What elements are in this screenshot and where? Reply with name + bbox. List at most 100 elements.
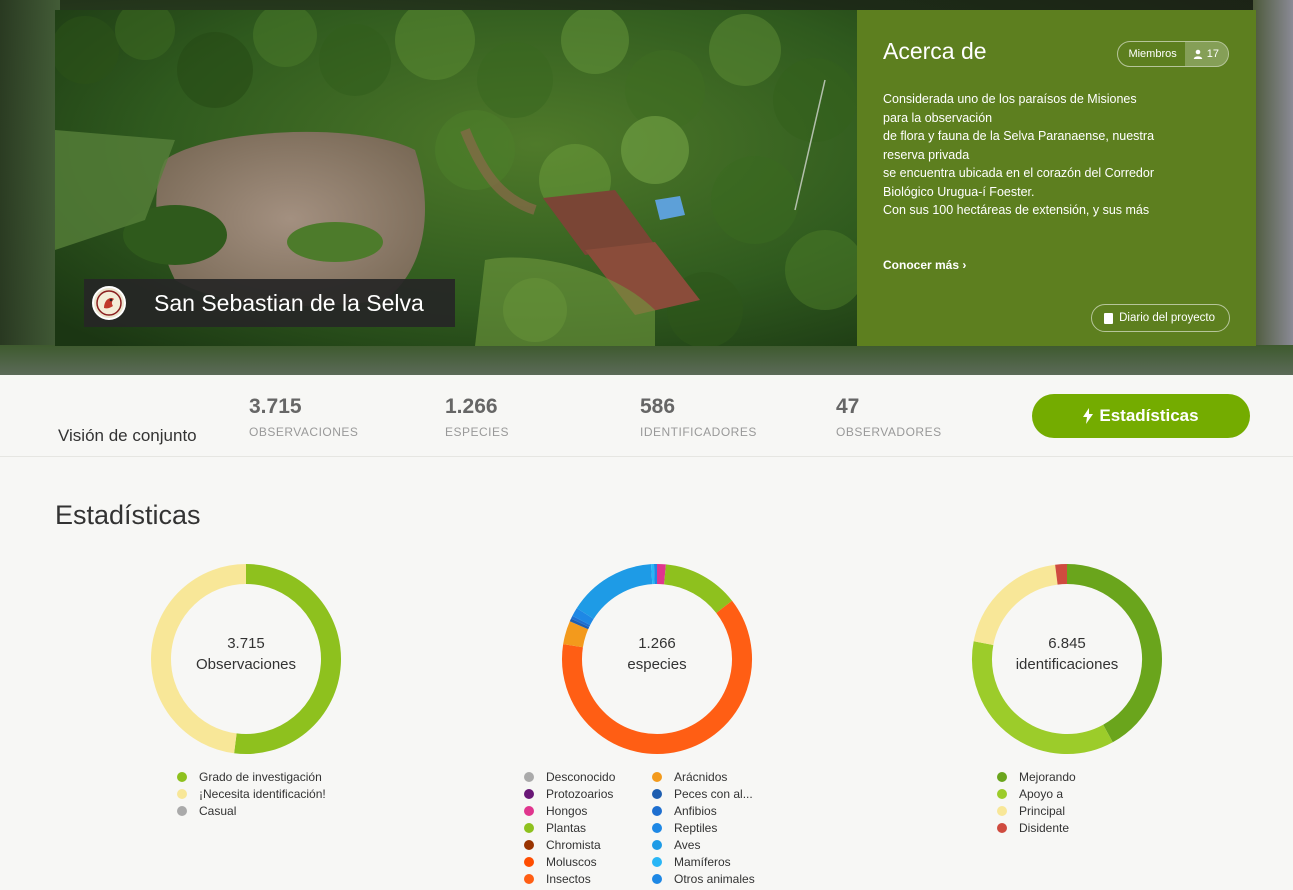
about-text-line: se encuentra ubicada en el corazón del C… [883, 166, 1155, 180]
statistics-button[interactable]: Estadísticas [1032, 394, 1250, 438]
donut-slice-plantas[interactable] [663, 564, 733, 614]
legend-item[interactable]: Aves [652, 836, 755, 853]
header-backdrop-right [1253, 0, 1293, 375]
legend-label: Chromista [546, 837, 601, 852]
legend-color-dot [652, 873, 662, 884]
about-text-line: de flora y fauna de la Selva Paranaense,… [883, 129, 1155, 143]
legend-label: ¡Necesita identificación! [199, 786, 326, 801]
legend-item[interactable]: Anfibios [652, 802, 755, 819]
legend-item[interactable]: Insectos [524, 870, 615, 887]
legend-color-dot [997, 805, 1007, 816]
journal-icon [1104, 312, 1114, 324]
donut-center-text: identificaciones [1015, 656, 1119, 673]
journal-button-label: Diario del proyecto [1119, 312, 1215, 324]
legend-color-dot [652, 771, 662, 782]
donut-slice-anfibios[interactable] [571, 615, 591, 628]
legend-item[interactable]: Principal [997, 802, 1076, 819]
legend-item[interactable]: Mejorando [997, 768, 1076, 785]
legend-label: Apoyo a [1019, 786, 1064, 801]
donut-center-label: 6.845 identificaciones [970, 633, 1164, 675]
legend-label: Mejorando [1019, 769, 1076, 784]
legend-item[interactable]: Protozoarios [524, 785, 615, 802]
stat-number: 47 [836, 395, 860, 418]
legend-label: Mamíferos [674, 854, 731, 869]
stat-identifiers[interactable]: 586 IDENTIFICADORES [640, 395, 757, 439]
legend-item[interactable]: Plantas [524, 819, 615, 836]
legend-item[interactable]: Casual [177, 802, 326, 819]
legend-label: Principal [1019, 803, 1066, 818]
observations-legend: Grado de investigación ¡Necesita identifi… [177, 768, 326, 819]
project-title-bar: San Sebastian de la Selva [84, 279, 455, 327]
legend-label: Aves [674, 837, 701, 852]
donut-slice-insectos[interactable] [562, 600, 752, 754]
donut-center-label: 3.715 Observaciones [149, 633, 343, 675]
donut-center-text: especies [627, 656, 687, 673]
stat-observers[interactable]: 47 OBSERVADORES [836, 395, 942, 439]
legend-item[interactable]: Desconocido [524, 768, 615, 785]
members-count-badge: 17 [1184, 42, 1228, 66]
legend-color-dot [524, 805, 534, 816]
donut-slice-peces-con-al-[interactable] [569, 618, 590, 630]
legend-label: Peces con al... [674, 786, 753, 801]
about-text-line: Considerada uno de los paraísos de Misio… [883, 92, 1137, 106]
legend-item[interactable]: Peces con al... [652, 785, 755, 802]
legend-label: Disidente [1019, 820, 1070, 835]
legend-color-dot [652, 788, 662, 799]
legend-color-dot [652, 839, 662, 850]
legend-color-dot [177, 788, 187, 799]
about-panel: Acerca de Miembros 17 Considerada uno de… [857, 10, 1256, 346]
species-legend-column-2: Arácnidos Peces con al... Anfibios Reptiles… [652, 768, 755, 887]
overview-label: Visión de conjunto [58, 426, 197, 445]
legend-color-dot [652, 805, 662, 816]
species-donut-chart: 1.266 especies [560, 562, 754, 756]
legend-item[interactable]: Hongos [524, 802, 615, 819]
stat-observations[interactable]: 3.715 OBSERVACIONES [249, 395, 358, 439]
about-description: Considerada uno de los paraísos de Misio… [883, 90, 1233, 220]
about-text-line: para la observación [883, 110, 993, 125]
header-backdrop-bottom [0, 345, 1293, 375]
legend-color-dot [177, 805, 187, 816]
legend-label: Grado de investigación [199, 769, 322, 784]
stat-species[interactable]: 1.266 ESPECIES [445, 395, 509, 439]
legend-label: Plantas [546, 820, 587, 835]
legend-item[interactable]: Apoyo a [997, 785, 1076, 802]
about-text-line: Biológico Urugua-í Foester. [883, 184, 1035, 199]
legend-item[interactable]: Chromista [524, 836, 615, 853]
legend-item[interactable]: Otros animales [652, 870, 755, 887]
donut-center-value: 6.845 [1048, 635, 1086, 652]
about-text-line: reserva privada [883, 147, 970, 162]
stat-label: OBSERVACIONES [249, 425, 359, 439]
project-logo [92, 286, 126, 320]
legend-color-dot [524, 788, 534, 799]
legend-color-dot [997, 771, 1007, 782]
legend-label: Anfibios [674, 803, 717, 818]
learn-more-link[interactable]: Conocer más › [883, 258, 966, 272]
legend-label: Moluscos [546, 854, 597, 869]
project-journal-button[interactable]: Diario del proyecto [1091, 304, 1230, 332]
legend-item[interactable]: Grado de investigación [177, 768, 326, 785]
donut-slice-disidente[interactable] [1055, 564, 1068, 585]
observations-donut-chart: 3.715 Observaciones [149, 562, 343, 756]
legend-item[interactable]: Moluscos [524, 853, 615, 870]
legend-color-dot [524, 771, 534, 782]
legend-item[interactable]: Arácnidos [652, 768, 755, 785]
identifications-donut-chart: 6.845 identificaciones [970, 562, 1164, 756]
species-legend-column-1: Desconocido Protozoarios Hongos Plantas Chro… [524, 768, 615, 887]
legend-color-dot [652, 856, 662, 867]
legend-item[interactable]: Mamíferos [652, 853, 755, 870]
legend-item[interactable]: Disidente [997, 819, 1076, 836]
stat-number: 586 [640, 395, 676, 418]
members-button[interactable]: Miembros 17 [1117, 41, 1229, 67]
project-header: San Sebastian de la Selva Acerca de Miem… [0, 0, 1293, 375]
legend-item[interactable]: Reptiles [652, 819, 755, 836]
header-backdrop-left [0, 0, 60, 375]
legend-label: Protozoarios [546, 786, 614, 801]
donut-slice-reptiles[interactable] [572, 608, 594, 626]
legend-color-dot [177, 771, 187, 782]
donut-slice-aves[interactable] [576, 564, 653, 620]
user-icon [1193, 49, 1202, 59]
legend-item[interactable]: ¡Necesita identificación! [177, 785, 326, 802]
about-text-line: Con sus 100 hectáreas de extensión, y su… [883, 203, 1150, 217]
donut-center-text: Observaciones [195, 656, 297, 673]
members-count: 17 [1206, 48, 1219, 60]
